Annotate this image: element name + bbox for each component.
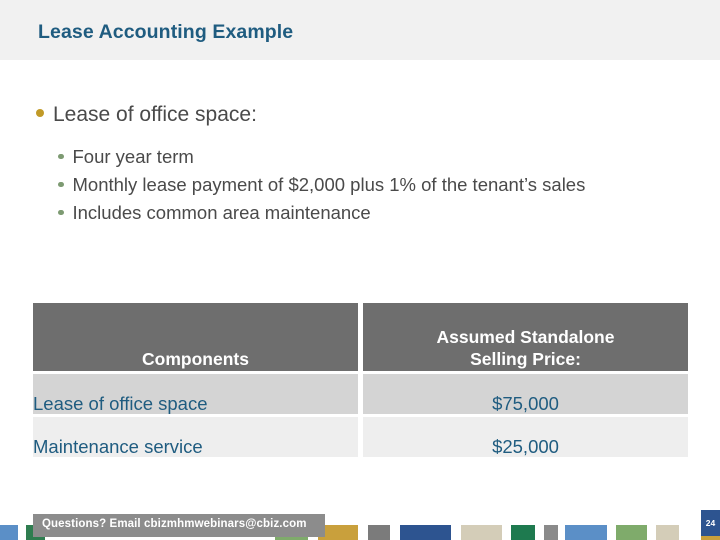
footer-color-block: [557, 525, 566, 540]
footer-color-block: [368, 525, 390, 540]
footer-color-block: [399, 525, 452, 540]
components-pricing-table: Components Assumed Standalone Selling Pr…: [33, 303, 688, 457]
footer-color-block: [460, 525, 503, 540]
table-header-row: Components Assumed Standalone Selling Pr…: [33, 303, 688, 371]
table-row: Maintenance service $25,000: [33, 417, 688, 457]
footer-color-block: [565, 525, 607, 540]
main-bullet-label: Lease of office space:: [53, 103, 257, 126]
slide-body: Lease of office space: Four year term Mo…: [0, 60, 720, 300]
footer-color-block: [389, 525, 400, 540]
footer-contact-text: Questions? Email cbizmhmwebinars@cbiz.co…: [42, 518, 307, 530]
footer-color-block: [679, 525, 701, 540]
footer-color-block: [535, 525, 544, 540]
footer-color-block: [615, 525, 648, 540]
sub-bullet-label: Four year term: [72, 146, 194, 167]
footer-color-block: [511, 525, 536, 540]
bullet-dot-icon: [36, 109, 44, 117]
cell-selling-price: $75,000: [363, 374, 688, 414]
footer-color-block: [357, 525, 369, 540]
sub-bullet-label: Monthly lease payment of $2,000 plus 1% …: [72, 174, 586, 195]
footer-color-block: [502, 525, 512, 540]
table-row: Lease of office space $75,000: [33, 374, 688, 414]
column-header-line-2: Selling Price:: [470, 349, 581, 370]
column-header-line-1: Assumed Standalone: [436, 327, 615, 348]
column-header-components: Components: [33, 303, 358, 371]
sub-bullet-dot-icon: [58, 209, 64, 215]
slide-footer: Questions? Email cbizmhmwebinars@cbiz.co…: [0, 510, 720, 540]
footer-color-block: [18, 525, 27, 540]
main-bullet-item: Lease of office space:: [36, 103, 257, 127]
page-number-badge: 24: [701, 510, 720, 536]
list-item: Monthly lease payment of $2,000 plus 1% …: [58, 171, 658, 198]
sub-bullet-label: Includes common area maintenance: [72, 202, 371, 223]
footer-color-block: [656, 525, 680, 540]
footer-color-block: [606, 525, 616, 540]
list-item: Includes common area maintenance: [58, 199, 658, 226]
footer-color-block: [543, 525, 558, 540]
sub-bullet-list: Four year term Monthly lease payment of …: [58, 143, 658, 227]
column-header-selling-price: Assumed Standalone Selling Price:: [363, 303, 688, 371]
cell-selling-price: $25,000: [363, 417, 688, 457]
footer-color-block: [451, 525, 461, 540]
sub-bullet-dot-icon: [58, 181, 64, 187]
cell-component-name: Maintenance service: [33, 417, 358, 457]
page-title: Lease Accounting Example: [38, 21, 294, 43]
footer-color-block: [647, 525, 657, 540]
sub-bullet-dot-icon: [58, 153, 64, 159]
cell-component-name: Lease of office space: [33, 374, 358, 414]
footer-color-block: [0, 525, 19, 540]
list-item: Four year term: [58, 143, 658, 170]
